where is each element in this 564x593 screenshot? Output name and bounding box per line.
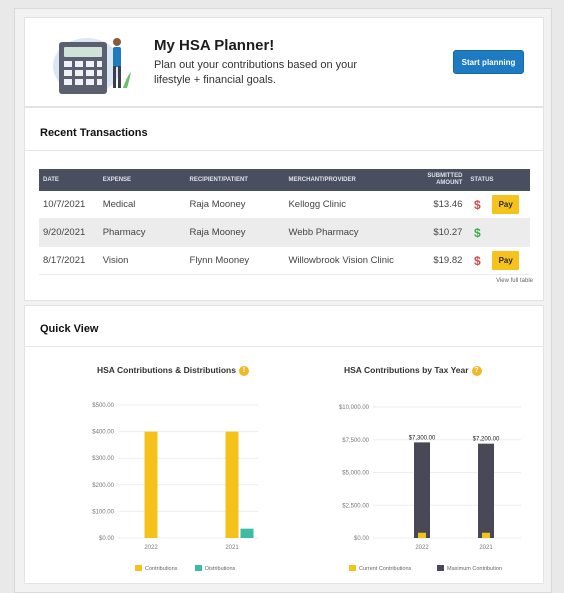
cell-date: 8/17/2021 <box>39 246 99 275</box>
y-tick-label: $7,500.00 <box>342 438 369 444</box>
legend-swatch <box>135 565 142 571</box>
y-tick-label: $200.00 <box>92 483 114 489</box>
recent-transactions-card: Recent Transactions DATE EXPENSE RECIPIE… <box>24 107 544 301</box>
legend-swatch <box>195 565 202 571</box>
cell-expense: Medical <box>98 191 186 219</box>
chart-bar <box>482 532 490 538</box>
info-icon[interactable]: ? <box>471 365 482 376</box>
table-header-row: DATE EXPENSE RECIPIENT/PATIENT MERCHANT/… <box>39 169 530 191</box>
contributions-distributions-chart: $0.00 $100.00 $200.00 $300.00 $400.00 $500.00… <box>92 403 258 572</box>
x-tick-label: 2022 <box>415 545 429 551</box>
y-tick-label: $500.00 <box>92 403 114 409</box>
status-dollar-icon: $ <box>466 191 489 219</box>
divider <box>25 150 543 151</box>
chart-bar <box>418 532 426 538</box>
calculator-illustration <box>53 38 131 94</box>
column-header-date: DATE <box>39 169 99 191</box>
legend-label: Distributions <box>205 566 236 572</box>
legend-label: Contributions <box>145 566 178 572</box>
chart-bar <box>478 443 494 538</box>
table-row: 10/7/2021 Medical Raja Mooney Kellogg Cl… <box>39 191 530 219</box>
hsa-planner-card: My HSA Planner! Plan out your contributi… <box>24 17 544 107</box>
x-tick-label: 2021 <box>225 545 239 551</box>
x-tick-label: 2021 <box>479 545 493 551</box>
chart-title-contributions-distributions: HSA Contributions & Distributions! <box>97 365 249 376</box>
legend-swatch <box>437 565 444 571</box>
cell-date: 9/20/2021 <box>39 218 99 247</box>
y-tick-label: $0.00 <box>99 536 115 542</box>
data-label: $7,300.00 <box>409 435 436 441</box>
chart-bar <box>225 431 239 538</box>
cell-amount: $13.46 <box>412 191 467 219</box>
y-tick-label: $0.00 <box>354 536 370 542</box>
cell-merchant: Webb Pharmacy <box>284 218 413 247</box>
cell-action: Pay <box>488 246 530 275</box>
column-header-amount: SUBMITTED AMOUNT <box>412 169 467 191</box>
table-row: 8/17/2021 Vision Flynn Mooney Willowbroo… <box>39 246 530 275</box>
chart-title-tax-year: HSA Contributions by Tax Year? <box>344 365 482 376</box>
legend-swatch <box>349 565 356 571</box>
column-header-merchant: MERCHANT/PROVIDER <box>284 169 413 191</box>
column-header-status: STATUS <box>466 169 530 191</box>
cell-action <box>488 218 530 247</box>
data-label: $7,200.00 <box>473 437 500 443</box>
y-tick-label: $100.00 <box>92 509 114 515</box>
table-row: 9/20/2021 Pharmacy Raja Mooney Webb Phar… <box>39 218 530 247</box>
pay-button[interactable]: Pay <box>492 251 520 270</box>
cell-expense: Pharmacy <box>98 218 186 247</box>
chart-bar <box>414 442 430 538</box>
cell-recipient: Flynn Mooney <box>185 246 285 275</box>
transactions-table: DATE EXPENSE RECIPIENT/PATIENT MERCHANT/… <box>39 169 530 275</box>
cell-merchant: Kellogg Clinic <box>284 191 413 219</box>
chart-title-text: HSA Contributions & Distributions <box>97 365 236 375</box>
cell-recipient: Raja Mooney <box>185 191 285 219</box>
y-tick-label: $400.00 <box>92 430 114 436</box>
page-frame: My HSA Planner! Plan out your contributi… <box>14 8 552 593</box>
pay-button[interactable]: Pay <box>492 195 520 214</box>
section-title-recent-transactions: Recent Transactions <box>40 127 148 139</box>
chart-bar <box>144 431 158 538</box>
legend-label: Maximum Contribution <box>447 566 502 572</box>
cell-expense: Vision <box>98 246 186 275</box>
status-dollar-icon: $ <box>466 218 489 247</box>
y-tick-label: $300.00 <box>92 456 114 462</box>
info-icon[interactable]: ! <box>238 365 249 376</box>
chart-bar <box>240 528 254 538</box>
view-full-table-link[interactable]: View full table <box>496 278 533 284</box>
start-planning-button[interactable]: Start planning <box>453 50 524 74</box>
section-title-quick-view: Quick View <box>40 323 99 335</box>
divider <box>25 346 543 347</box>
status-dollar-icon: $ <box>466 246 489 275</box>
contributions-by-tax-year-chart: $0.00 $2,500.00 $5,000.00 $7,500.00 $10,000.… <box>339 405 521 572</box>
cell-action: Pay <box>488 191 530 219</box>
cell-date: 10/7/2021 <box>39 191 99 219</box>
chart-title-text: HSA Contributions by Tax Year <box>344 365 469 375</box>
column-header-recipient: RECIPIENT/PATIENT <box>185 169 285 191</box>
planner-description: Plan out your contributions based on you… <box>154 59 358 86</box>
y-tick-label: $10,000.00 <box>339 405 370 411</box>
cell-amount: $10.27 <box>412 218 467 247</box>
y-tick-label: $2,500.00 <box>342 503 369 509</box>
quick-view-card: Quick View HSA Contributions & Distribut… <box>24 305 544 584</box>
planner-title: My HSA Planner! <box>154 37 275 54</box>
y-tick-label: $5,000.00 <box>342 471 369 477</box>
column-header-expense: EXPENSE <box>98 169 186 191</box>
legend-label: Current Contributions <box>359 566 412 572</box>
cell-recipient: Raja Mooney <box>185 218 285 247</box>
x-tick-label: 2022 <box>144 545 158 551</box>
cell-amount: $19.82 <box>412 246 467 275</box>
cell-merchant: Willowbrook Vision Clinic <box>284 246 413 275</box>
